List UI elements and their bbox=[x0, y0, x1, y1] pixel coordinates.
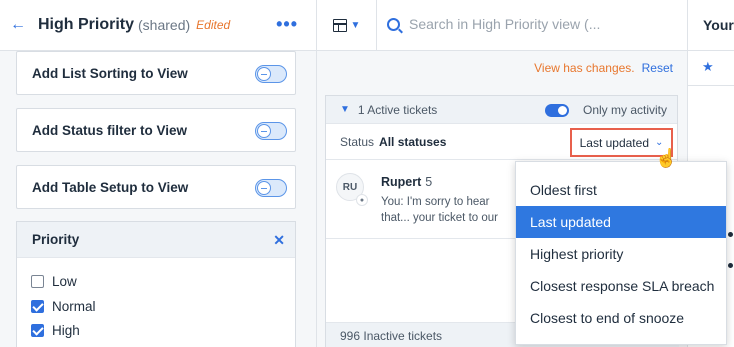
priority-option-low[interactable]: Low bbox=[31, 274, 77, 289]
status-filter-row: Status All statuses Last updated ⌄ bbox=[326, 124, 677, 160]
view-shared-label: (shared) bbox=[138, 17, 191, 33]
ticket-number: 5 bbox=[425, 175, 433, 189]
view-edited-label: Edited bbox=[196, 18, 231, 32]
more-options-icon[interactable]: ••• bbox=[276, 14, 298, 35]
chevron-down-icon: ▼ bbox=[350, 20, 361, 31]
changes-bar: View has changes. Reset bbox=[317, 51, 687, 85]
divider bbox=[688, 85, 734, 86]
sort-label: Last updated bbox=[579, 135, 649, 150]
priority-option-label: Normal bbox=[52, 299, 96, 314]
chevron-down-icon[interactable]: ▼ bbox=[340, 104, 350, 115]
only-my-activity-label: Only my activity bbox=[582, 103, 667, 117]
priority-option-label: High bbox=[52, 323, 80, 338]
sort-option-closest-end-snooze[interactable]: Closest to end of snooze bbox=[516, 302, 726, 334]
status-filter-label: Add Status filter to View bbox=[32, 122, 188, 138]
priority-option-label: Low bbox=[52, 274, 77, 289]
checkbox-low[interactable] bbox=[31, 275, 44, 288]
status-label: Status bbox=[340, 134, 375, 149]
sort-option-oldest-first[interactable]: Oldest first bbox=[516, 174, 726, 206]
table-setup-toggle[interactable] bbox=[255, 179, 287, 197]
sort-option-last-updated[interactable]: Last updated bbox=[516, 206, 726, 238]
top-bar: ▼ Search in High Priority view (... Your bbox=[317, 0, 734, 51]
priority-filter-card: Priority ✕ Low Normal High bbox=[16, 221, 296, 347]
requester-name: Rupert bbox=[381, 175, 422, 189]
status-filter-card: Add Status filter to View bbox=[16, 108, 296, 152]
only-my-activity-toggle[interactable] bbox=[545, 104, 569, 117]
checkbox-high[interactable] bbox=[31, 324, 44, 337]
reset-link[interactable]: Reset bbox=[642, 61, 673, 75]
toggle-knob bbox=[558, 106, 567, 115]
changes-text: View has changes. bbox=[534, 61, 635, 75]
priority-filter-header: Priority ✕ bbox=[17, 222, 295, 258]
layout-icon bbox=[332, 19, 347, 32]
status-filter-toggle[interactable] bbox=[255, 122, 287, 140]
search-placeholder: Search in High Priority view (... bbox=[409, 16, 601, 32]
priority-option-high[interactable]: High bbox=[31, 323, 80, 338]
toggle-knob bbox=[257, 181, 271, 195]
table-setup-card: Add Table Setup to View bbox=[16, 165, 296, 209]
table-setup-label: Add Table Setup to View bbox=[32, 179, 189, 195]
star-icon[interactable]: ★ bbox=[702, 59, 714, 75]
sort-option-closest-sla-breach[interactable]: Closest response SLA breach bbox=[516, 270, 726, 302]
view-header: ← High Priority (shared) Edited ••• bbox=[0, 0, 316, 51]
timeline-dot bbox=[728, 263, 733, 268]
inactive-tickets-count: 996 Inactive tickets bbox=[340, 328, 443, 343]
close-icon[interactable]: ✕ bbox=[273, 232, 285, 249]
priority-option-normal[interactable]: Normal bbox=[31, 299, 96, 314]
list-sorting-label: Add List Sorting to View bbox=[32, 65, 188, 81]
checkbox-normal[interactable] bbox=[31, 300, 44, 313]
user-icon: ● bbox=[356, 194, 368, 206]
search-input[interactable]: Search in High Priority view (... bbox=[387, 16, 600, 32]
topbar-right-label: Your bbox=[687, 0, 734, 51]
sort-dropdown-menu: Oldest first Last updated Highest priori… bbox=[515, 161, 727, 345]
priority-filter-title: Priority bbox=[32, 232, 80, 247]
search-icon bbox=[387, 17, 400, 31]
chevron-down-icon: ⌄ bbox=[655, 137, 664, 148]
layout-switcher-button[interactable]: ▼ bbox=[317, 0, 377, 51]
back-arrow-icon[interactable]: ← bbox=[10, 16, 26, 34]
toggle-knob bbox=[257, 67, 271, 81]
sort-option-highest-priority[interactable]: Highest priority bbox=[516, 238, 726, 270]
list-sorting-toggle[interactable] bbox=[255, 65, 287, 83]
toggle-knob bbox=[257, 124, 271, 138]
list-sorting-card: Add List Sorting to View bbox=[16, 51, 296, 95]
timeline-dot bbox=[728, 232, 733, 237]
view-title: High Priority bbox=[38, 16, 135, 33]
view-editor-panel: ← High Priority (shared) Edited ••• Add … bbox=[0, 0, 317, 347]
active-tickets-count: 1 Active tickets bbox=[357, 102, 438, 117]
hand-cursor-icon: ☝ bbox=[655, 148, 678, 168]
ticket-message-preview: You: I'm sorry to hear that... your tick… bbox=[381, 196, 498, 224]
active-tickets-header[interactable]: ▼ 1 Active tickets Only my activity bbox=[326, 96, 677, 124]
status-value[interactable]: All statuses bbox=[379, 135, 446, 149]
ticket-requester: Rupert 5 bbox=[381, 175, 432, 189]
